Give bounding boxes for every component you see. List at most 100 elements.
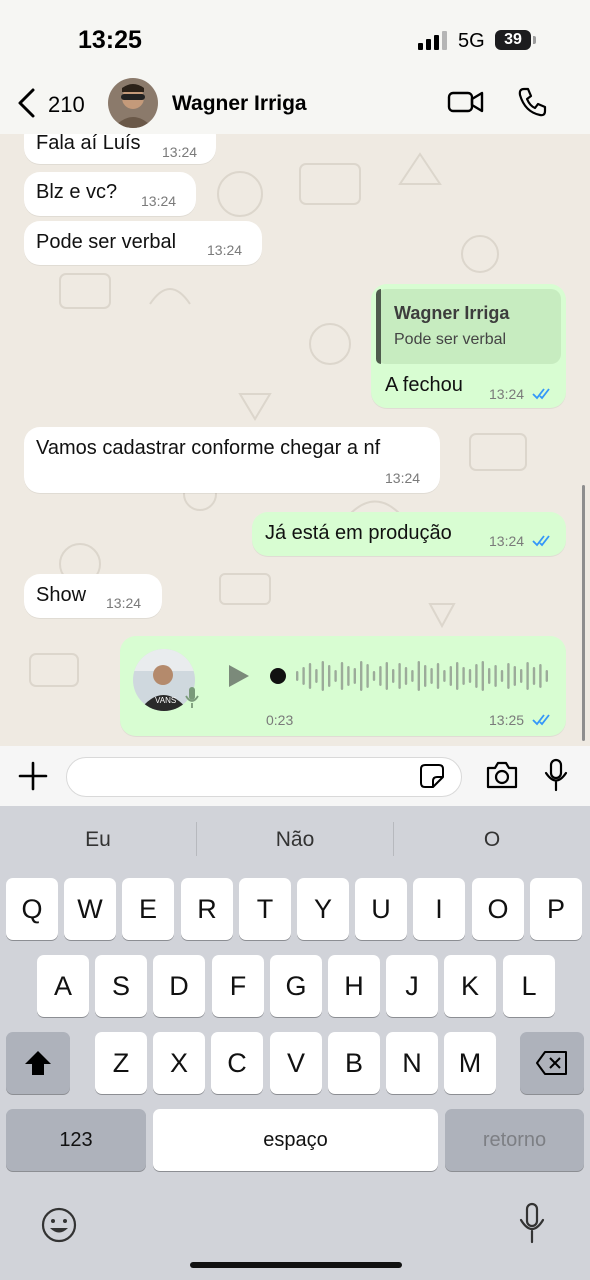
key-y[interactable]: Y — [297, 878, 349, 940]
key-l[interactable]: L — [503, 955, 555, 1017]
read-ticks-icon — [532, 535, 550, 547]
play-icon[interactable] — [226, 662, 252, 690]
key-c[interactable]: C — [211, 1032, 263, 1094]
incoming-message-bubble[interactable]: Pode ser verbal 13:24 — [24, 221, 262, 265]
message-input[interactable] — [66, 757, 462, 797]
key-n[interactable]: N — [386, 1032, 438, 1094]
key-d[interactable]: D — [153, 955, 205, 1017]
key-o[interactable]: O — [472, 878, 524, 940]
key-s[interactable]: S — [95, 955, 147, 1017]
waveform-bar — [468, 669, 472, 683]
waveform-bar — [302, 667, 305, 685]
waveform-bar — [366, 664, 369, 688]
waveform-bar — [308, 663, 312, 689]
chat-area[interactable]: Fala aí Luís 13:24 Blz e vc? 13:24 Pode … — [0, 134, 590, 746]
dictation-mic-icon[interactable] — [518, 1202, 546, 1244]
key-u[interactable]: U — [355, 878, 407, 940]
waveform-bar — [328, 665, 331, 687]
waveform-bar — [532, 667, 536, 685]
waveform-bar — [430, 668, 433, 684]
emoji-icon[interactable] — [40, 1206, 78, 1244]
shift-key[interactable] — [6, 1032, 70, 1094]
voice-duration: 0:23 — [266, 712, 294, 728]
key-q[interactable]: Q — [6, 878, 58, 940]
key-f[interactable]: F — [212, 955, 264, 1017]
waveform-bar — [347, 666, 350, 686]
waveform-bar — [539, 664, 542, 688]
key-w[interactable]: W — [64, 878, 116, 940]
key-a[interactable]: A — [37, 955, 89, 1017]
waveform-bar — [360, 661, 363, 691]
message-time: 13:24 — [489, 533, 525, 549]
waveform-bar — [520, 669, 523, 683]
quoted-text: Pode ser verbal — [394, 331, 507, 348]
numbers-key[interactable]: 123 — [6, 1109, 146, 1171]
key-e[interactable]: E — [122, 878, 174, 940]
key-t[interactable]: T — [239, 878, 291, 940]
key-b[interactable]: B — [328, 1032, 380, 1094]
key-k[interactable]: K — [444, 955, 496, 1017]
waveform-bar — [436, 663, 440, 689]
message-time: 13:24 — [162, 144, 198, 160]
message-text: Show — [36, 584, 87, 606]
waveform-bar — [424, 665, 427, 687]
waveform-bar — [513, 666, 516, 686]
space-key[interactable]: espaço — [153, 1109, 438, 1171]
waveform-bar — [449, 666, 452, 686]
plus-icon[interactable] — [18, 761, 48, 791]
key-i[interactable]: I — [413, 878, 465, 940]
waveform-bar — [321, 661, 324, 691]
chat-scrollbar[interactable] — [582, 485, 585, 741]
message-time: 13:25 — [489, 712, 525, 728]
key-z[interactable]: Z — [95, 1032, 147, 1094]
contact-avatar[interactable] — [108, 78, 158, 128]
message-text: Vamos cadastrar conforme chegar a nf — [36, 437, 381, 459]
camera-icon[interactable] — [485, 760, 519, 790]
message-text: A fechou — [385, 374, 463, 396]
waveform-bar — [494, 665, 497, 687]
incoming-message-bubble[interactable]: Show 13:24 — [24, 574, 162, 618]
key-x[interactable]: X — [153, 1032, 205, 1094]
return-key[interactable]: retorno — [445, 1109, 584, 1171]
key-h[interactable]: H — [328, 955, 380, 1017]
battery-icon: 39 — [495, 30, 531, 50]
incoming-message-bubble[interactable]: Fala aí Luís 13:24 — [24, 134, 216, 164]
waveform-bar — [526, 662, 529, 690]
waveform-bar — [481, 661, 484, 691]
back-chevron-icon[interactable] — [14, 86, 38, 125]
suggestion-1[interactable]: Eu — [0, 828, 196, 852]
waveform-bar — [334, 670, 337, 682]
waveform-bar — [398, 663, 401, 689]
unread-count[interactable]: 210 — [48, 92, 85, 118]
waveform-bar — [353, 668, 356, 684]
key-j[interactable]: J — [386, 955, 438, 1017]
quoted-reply[interactable]: Wagner Irriga Pode ser verbal — [376, 289, 561, 364]
delete-key[interactable] — [520, 1032, 584, 1094]
incoming-message-bubble[interactable]: Vamos cadastrar conforme chegar a nf 13:… — [24, 427, 440, 493]
message-time: 13:24 — [141, 193, 177, 209]
microphone-icon[interactable] — [543, 758, 569, 792]
contact-name[interactable]: Wagner Irriga — [172, 92, 307, 116]
sticker-icon[interactable] — [419, 763, 445, 789]
waveform-bar — [417, 661, 420, 691]
voice-waveform[interactable] — [266, 658, 550, 694]
message-text: Fala aí Luís — [36, 134, 141, 154]
waveform-bar — [340, 662, 344, 690]
home-indicator[interactable] — [190, 1262, 402, 1268]
waveform-bar — [507, 663, 510, 689]
key-r[interactable]: R — [181, 878, 233, 940]
key-g[interactable]: G — [270, 955, 322, 1017]
key-m[interactable]: M — [444, 1032, 496, 1094]
waveform-bar — [500, 670, 504, 682]
key-v[interactable]: V — [270, 1032, 322, 1094]
video-call-icon[interactable] — [447, 88, 485, 121]
phone-call-icon[interactable] — [516, 86, 548, 123]
incoming-message-bubble[interactable]: Blz e vc? 13:24 — [24, 172, 196, 216]
key-p[interactable]: P — [530, 878, 582, 940]
outgoing-message-bubble[interactable]: Já está em produção 13:24 — [252, 512, 566, 556]
message-text: Pode ser verbal — [36, 231, 177, 253]
suggestion-2[interactable]: Não — [197, 828, 393, 852]
voice-message-bubble[interactable]: VANS 0:23 13:25 — [120, 636, 566, 736]
outgoing-message-bubble[interactable]: Wagner Irriga Pode ser verbal A fechou 1… — [371, 284, 566, 408]
suggestion-3[interactable]: O — [394, 828, 590, 852]
